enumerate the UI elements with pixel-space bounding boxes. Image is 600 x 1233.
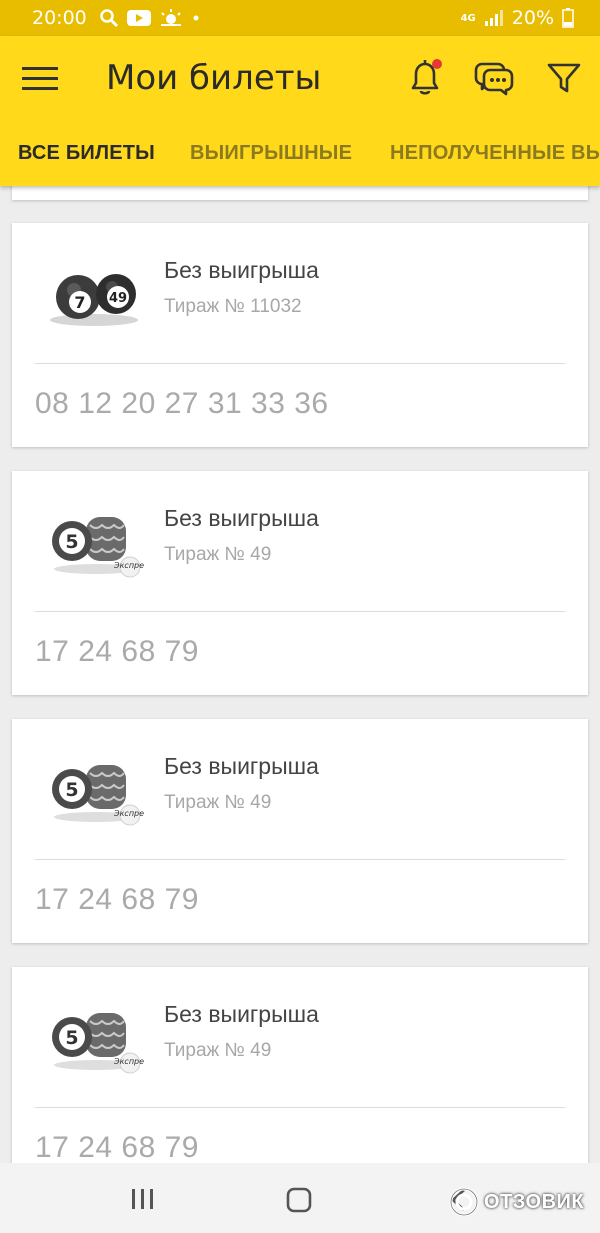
ticket-draw: Тираж № 49 bbox=[164, 544, 272, 565]
ticket-card[interactable]: 7 49 Без выигрыша Тираж № 11032 08 12 20… bbox=[12, 223, 588, 447]
ticket-draw: Тираж № 11032 bbox=[164, 296, 302, 317]
chat-icon bbox=[474, 62, 514, 96]
signal-icon bbox=[484, 10, 503, 26]
ticket-numbers: 17 24 68 79 bbox=[35, 635, 199, 668]
ticket-draw: Тираж № 49 bbox=[164, 1040, 272, 1061]
watermark-logo-icon bbox=[449, 1187, 479, 1217]
ticket-status: Без выигрыша bbox=[164, 1001, 319, 1027]
ticket-card[interactable]: 5 Экспресс Без выигрыша Тираж № 49 17 24… bbox=[12, 471, 588, 695]
battery-icon bbox=[562, 8, 574, 28]
recent-apps-button[interactable] bbox=[130, 1187, 156, 1216]
card-divider bbox=[35, 363, 565, 364]
ticket-numbers: 17 24 68 79 bbox=[35, 1131, 199, 1164]
tab-bar: ВСЕ БИЛЕТЫ ВЫИГРЫШНЫЕ НЕПОЛУЧЕННЫЕ ВЫ bbox=[0, 140, 600, 186]
notifications-button[interactable] bbox=[406, 58, 444, 103]
lottery-7-49-logo-icon: 7 49 bbox=[44, 253, 144, 333]
battery-percent: 20% bbox=[511, 7, 554, 29]
ticket-card[interactable]: 5 Экспресс Без выигрыша Тираж № 49 17 24… bbox=[12, 719, 588, 943]
status-bar: 20:00 4G 20% bbox=[0, 0, 600, 36]
lottery-5-36-express-logo-icon: 5 Экспресс bbox=[44, 749, 153, 829]
card-divider bbox=[35, 1107, 565, 1108]
status-time: 20:00 bbox=[32, 7, 87, 29]
tab-winning[interactable]: ВЫИГРЫШНЫЕ bbox=[190, 140, 373, 186]
home-icon bbox=[286, 1187, 312, 1213]
ticket-status: Без выигрыша bbox=[164, 753, 319, 779]
card-divider bbox=[35, 859, 565, 860]
tab-all-tickets[interactable]: ВСЕ БИЛЕТЫ bbox=[18, 140, 173, 186]
ticket-numbers: 17 24 68 79 bbox=[35, 883, 199, 916]
svg-text:49: 49 bbox=[109, 291, 127, 306]
svg-text:5: 5 bbox=[65, 1027, 78, 1049]
chat-button[interactable] bbox=[474, 60, 514, 101]
tab-unclaimed[interactable]: НЕПОЛУЧЕННЫЕ ВЫ bbox=[390, 140, 600, 186]
weather-icon bbox=[160, 9, 181, 26]
ticket-numbers: 08 12 20 27 31 33 36 bbox=[35, 387, 329, 420]
lottery-5-36-express-logo-icon: 5 Экспресс bbox=[44, 501, 153, 581]
svg-text:Экспресс: Экспресс bbox=[113, 809, 144, 818]
home-button[interactable] bbox=[285, 1186, 313, 1219]
search-icon bbox=[99, 9, 118, 28]
app-bar: Мои билеты ВСЕ БИЛЕТЫ ВЫИГРЫШНЫЕ НЕПОЛУЧ… bbox=[0, 36, 600, 186]
dot-icon bbox=[193, 15, 199, 21]
bell-icon bbox=[411, 59, 442, 95]
ticket-status: Без выигрыша bbox=[164, 257, 319, 283]
youtube-icon bbox=[126, 10, 151, 26]
filter-icon bbox=[547, 63, 581, 93]
svg-text:5: 5 bbox=[65, 779, 78, 801]
hamburger-icon bbox=[22, 67, 58, 90]
svg-text:7: 7 bbox=[74, 293, 85, 312]
svg-text:Экспресс: Экспресс bbox=[113, 1057, 144, 1066]
svg-text:5: 5 bbox=[65, 531, 78, 553]
ticket-status: Без выигрыша bbox=[164, 505, 319, 531]
svg-text:Экспресс: Экспресс bbox=[113, 561, 144, 570]
filter-button[interactable] bbox=[546, 60, 582, 101]
network-type: 4G bbox=[460, 12, 476, 24]
card-divider bbox=[35, 611, 565, 612]
page-title: Мои билеты bbox=[106, 58, 322, 98]
lottery-5-36-express-logo-icon: 5 Экспресс bbox=[44, 997, 153, 1077]
menu-button[interactable] bbox=[22, 64, 58, 94]
notification-dot bbox=[432, 59, 442, 69]
ticket-draw: Тираж № 49 bbox=[164, 792, 272, 813]
recent-apps-icon bbox=[132, 1189, 153, 1209]
watermark: ОТЗОВИК bbox=[448, 1186, 584, 1218]
ticket-card[interactable]: 5 Экспресс Без выигрыша Тираж № 49 17 24… bbox=[12, 967, 588, 1191]
watermark-text: ОТЗОВИК bbox=[484, 1190, 585, 1213]
